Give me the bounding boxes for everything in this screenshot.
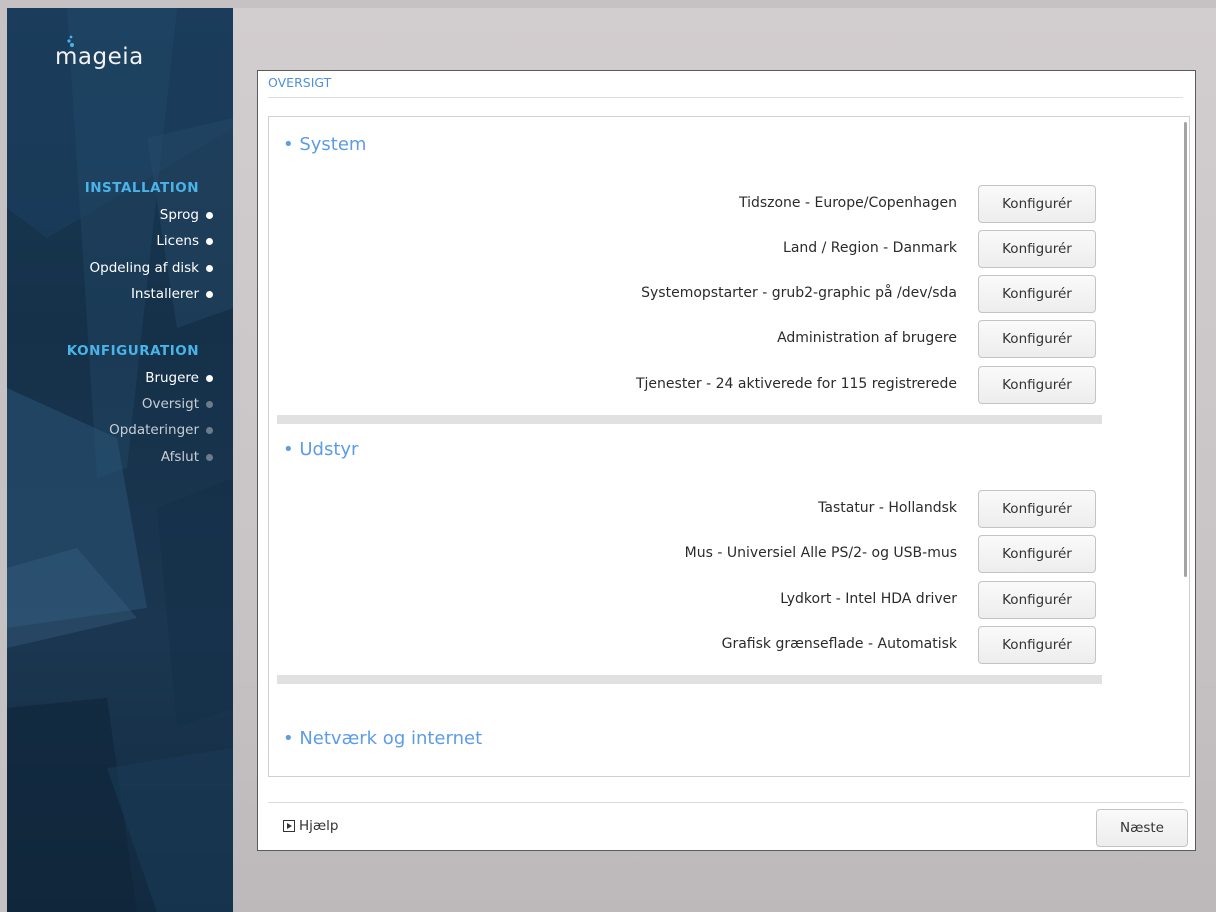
help-button[interactable]: Hjælp [283, 818, 338, 834]
sidebar-section-configuration: KONFIGURATION [66, 343, 199, 359]
step-status-dot [206, 291, 213, 298]
configure-services-button[interactable]: Konfigurér [978, 366, 1096, 404]
row-label-country: Land / Region - Danmark [783, 240, 957, 256]
summary-scroll-area[interactable]: • System Tidszone - Europe/Copenhagen Ko… [268, 116, 1190, 777]
section-title-network: • Netværk og internet [283, 728, 483, 749]
mageia-logo: mageia [55, 35, 144, 70]
configure-soundcard-button[interactable]: Konfigurér [978, 581, 1096, 619]
sidebar-step-afslut: Afslut [161, 449, 213, 465]
summary-window: OVERSIGT • System Tidszone - Europe/Cope… [257, 70, 1196, 851]
sidebar-step-disk: Opdeling af disk [90, 260, 213, 276]
step-status-dot [206, 238, 213, 245]
row-label-users: Administration af brugere [777, 330, 957, 346]
sidebar-step-oversigt: Oversigt [142, 396, 213, 412]
button-bar-separator [268, 802, 1183, 803]
row-label-services: Tjenester - 24 aktiverede for 115 regist… [635, 376, 957, 392]
step-status-dot [206, 212, 213, 219]
configure-bootloader-button[interactable]: Konfigurér [978, 275, 1096, 313]
section-title-hardware: • Udstyr [283, 439, 359, 460]
expand-arrow-icon [283, 820, 295, 832]
configure-graphics-button[interactable]: Konfigurér [978, 626, 1096, 664]
section-separator [277, 415, 1102, 424]
row-label-mouse: Mus - Universiel Alle PS/2- og USB-mus [684, 545, 957, 561]
sidebar: mageia INSTALLATION Sprog Licens Opdelin… [7, 8, 233, 912]
section-separator [277, 675, 1102, 684]
row-label-keyboard: Tastatur - Hollandsk [818, 500, 957, 516]
sidebar-background-art [7, 8, 233, 912]
configure-keyboard-button[interactable]: Konfigurér [978, 490, 1096, 528]
sidebar-step-opdateringer: Opdateringer [109, 422, 213, 438]
row-label-bootloader: Systemopstarter - grub2-graphic på /dev/… [641, 285, 957, 301]
configure-timezone-button[interactable]: Konfigurér [978, 185, 1096, 223]
window-title: OVERSIGT [268, 75, 332, 90]
help-label: Hjælp [299, 818, 339, 834]
sidebar-step-brugere: Brugere [145, 370, 213, 386]
row-label-timezone: Tidszone - Europe/Copenhagen [738, 195, 957, 211]
step-status-dot [206, 401, 213, 408]
step-status-dot [206, 375, 213, 382]
step-status-dot [206, 427, 213, 434]
screen: mageia INSTALLATION Sprog Licens Opdelin… [7, 8, 1216, 912]
row-label-graphics: Grafisk grænseflade - Automatisk [721, 636, 957, 652]
logo-bubbles-icon [67, 35, 74, 47]
vertical-scrollbar[interactable] [1184, 122, 1187, 577]
row-label-soundcard: Lydkort - Intel HDA driver [780, 591, 957, 607]
sidebar-section-installation: INSTALLATION [84, 180, 199, 196]
configure-country-button[interactable]: Konfigurér [978, 230, 1096, 268]
step-status-dot [206, 265, 213, 272]
configure-mouse-button[interactable]: Konfigurér [978, 535, 1096, 573]
title-separator [268, 97, 1183, 98]
section-title-system: • System [283, 134, 367, 155]
step-status-dot [206, 454, 213, 461]
next-button[interactable]: Næste [1096, 809, 1188, 847]
configure-users-button[interactable]: Konfigurér [978, 320, 1096, 358]
sidebar-step-licens: Licens [156, 233, 213, 249]
sidebar-step-sprog: Sprog [160, 207, 213, 223]
sidebar-step-installerer: Installerer [131, 286, 213, 302]
